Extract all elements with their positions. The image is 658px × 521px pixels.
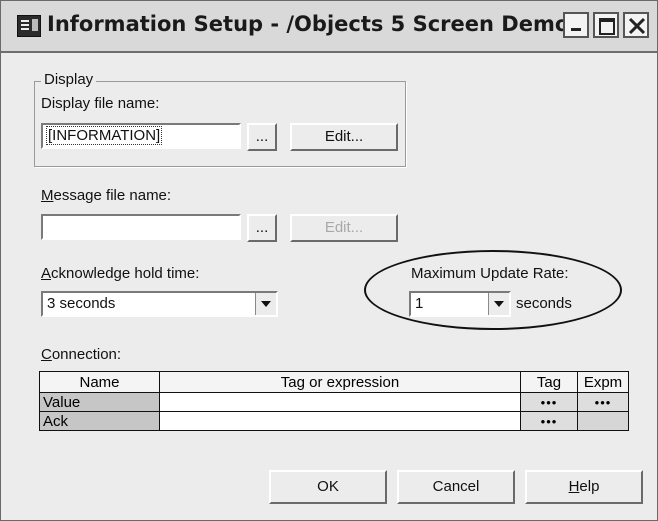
ok-button[interactable]: OK	[269, 470, 387, 504]
expression-browse-button	[577, 411, 629, 431]
table-row: Ack •••	[39, 411, 629, 431]
column-header-tag-or-expression: Tag or expression	[159, 371, 521, 393]
help-button[interactable]: Help	[525, 470, 643, 504]
chevron-down-icon[interactable]	[255, 293, 276, 315]
title-bar[interactable]: Information Setup - /Objects 5 Screen De…	[1, 1, 657, 53]
close-icon	[628, 17, 646, 35]
information-setup-dialog: Information Setup - /Objects 5 Screen De…	[0, 0, 658, 521]
highlight-ellipse	[364, 250, 622, 330]
tag-browse-button[interactable]: •••	[520, 411, 578, 431]
message-file-name-label: Message file name:	[41, 187, 172, 204]
connection-grid-header: Name Tag or expression Tag Expm	[39, 371, 629, 393]
message-file-edit-button[interactable]: Edit...	[290, 214, 398, 242]
tag-expression-input[interactable]	[159, 411, 521, 431]
minimize-button[interactable]	[563, 12, 589, 38]
column-header-expm: Expm	[577, 371, 629, 393]
close-button[interactable]	[623, 12, 649, 38]
maximum-update-rate-value: 1	[415, 295, 424, 312]
display-group-legend: Display	[41, 71, 97, 88]
column-header-name: Name	[39, 371, 160, 393]
acknowledge-hold-time-select[interactable]: 3 seconds	[41, 291, 278, 317]
display-file-browse-button[interactable]: ...	[247, 123, 277, 151]
expression-browse-button[interactable]: •••	[577, 392, 629, 412]
tag-expression-input[interactable]	[159, 392, 521, 412]
connection-grid: Name Tag or expression Tag Expm Value ••…	[39, 371, 629, 431]
message-file-browse-button[interactable]: ...	[247, 214, 277, 242]
chevron-down-icon[interactable]	[488, 293, 509, 315]
row-name-ack: Ack	[39, 411, 160, 431]
row-name-value: Value	[39, 392, 160, 412]
connection-label: Connection:	[41, 346, 122, 363]
message-file-name-input[interactable]	[41, 214, 241, 240]
update-rate-unit-label: seconds	[516, 295, 572, 312]
column-header-tag: Tag	[520, 371, 578, 393]
window-title: Information Setup - /Objects 5 Screen De…	[47, 12, 577, 36]
display-file-name-input[interactable]: [INFORMATION]	[41, 123, 241, 149]
display-file-edit-button[interactable]: Edit...	[290, 123, 398, 151]
display-file-name-value: [INFORMATION]	[46, 126, 163, 145]
table-row: Value ••• •••	[39, 392, 629, 412]
maximum-update-rate-label: Maximum Update Rate:	[411, 265, 569, 282]
maximum-update-rate-select[interactable]: 1	[409, 291, 511, 317]
maximize-button[interactable]	[593, 12, 619, 38]
acknowledge-hold-time-label: Acknowledge hold time:	[41, 265, 200, 282]
tag-browse-button[interactable]: •••	[520, 392, 578, 412]
acknowledge-hold-time-value: 3 seconds	[47, 295, 116, 312]
cancel-button[interactable]: Cancel	[397, 470, 515, 504]
display-file-name-label: Display file name:	[41, 95, 160, 112]
dialog-icon	[17, 15, 41, 37]
